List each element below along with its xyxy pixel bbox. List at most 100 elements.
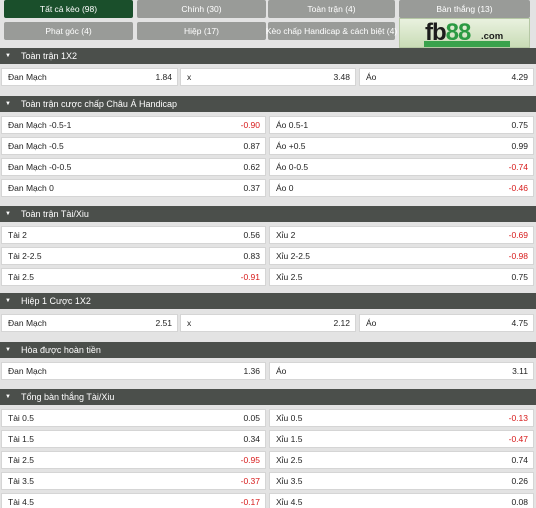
tab-goals[interactable]: Bàn thắng (13) (399, 0, 530, 18)
odds-row: Đan Mạch 1.36 Áo 3.11 (0, 362, 536, 382)
logo-tagline-bar (424, 41, 510, 47)
odds-cell[interactable]: Xỉu 2 -0.69 (269, 226, 534, 244)
odds-cell[interactable]: Áo 0 -0.46 (269, 179, 534, 197)
outcome-label: Áo 0.5-1 (276, 120, 309, 130)
outcome-label: Áo (366, 318, 377, 328)
odds-value: -0.98 (508, 251, 528, 261)
collapse-caret-icon[interactable]: ▼ (5, 394, 11, 400)
odds-value: 1.84 (155, 72, 172, 82)
outcome-label: Xỉu 1.5 (276, 434, 303, 444)
odds-value: 0.75 (511, 272, 528, 282)
outcome-label: Tài 0.5 (8, 413, 34, 423)
section-header[interactable]: ▼ Toàn trận cược chấp Châu Á Handicap (0, 96, 536, 112)
odds-value: 0.37 (243, 183, 260, 193)
market-section: ▼ Hiệp 1 Cược 1X2 (0, 293, 536, 309)
odds-row: Đan Mạch -0-0.5 0.62 Áo 0-0.5 -0.74 (0, 158, 536, 178)
section-header[interactable]: ▼ Tổng bàn thắng Tài/Xiu (0, 389, 536, 405)
odds-cell[interactable]: Tài 4.5 -0.17 (1, 493, 266, 508)
outcome-label: Đan Mạch 0 (8, 183, 54, 193)
tab-handicap[interactable]: Kèo chấp Handicap & cách biệt (4) (266, 22, 397, 40)
odds-value: -0.13 (508, 413, 528, 423)
odds-cell[interactable]: x 2.12 (180, 314, 356, 332)
odds-row: Tài 2-2.5 0.83 Xỉu 2-2.5 -0.98 (0, 247, 536, 267)
odds-cell[interactable]: Tài 2.5 -0.95 (1, 451, 266, 469)
odds-cell[interactable]: x 3.48 (180, 68, 356, 86)
odds-cell[interactable]: Xỉu 0.5 -0.13 (269, 409, 534, 427)
odds-cell[interactable]: Áo 4.75 (359, 314, 534, 332)
collapse-caret-icon[interactable]: ▼ (5, 347, 11, 353)
section-title: Tổng bàn thắng Tài/Xiu (20, 392, 115, 402)
odds-row: Đan Mạch 0 0.37 Áo 0 -0.46 (0, 179, 536, 199)
tab-all[interactable]: Tất cả kèo (98) (4, 0, 133, 18)
odds-cell[interactable]: Đan Mạch 2.51 (1, 314, 178, 332)
tab-corners[interactable]: Phạt góc (4) (4, 22, 133, 40)
odds-value: -0.46 (508, 183, 528, 193)
collapse-caret-icon[interactable]: ▼ (5, 298, 11, 304)
section-header[interactable]: ▼ Hòa được hoàn tiền (0, 342, 536, 358)
odds-value: 0.05 (243, 413, 260, 423)
outcome-label: Tài 1.5 (8, 434, 34, 444)
section-header[interactable]: ▼ Toàn trận Tài/Xiu (0, 206, 536, 222)
collapse-caret-icon[interactable]: ▼ (5, 211, 11, 217)
section-title: Hòa được hoàn tiền (20, 345, 101, 355)
tab-main[interactable]: Chính (30) (137, 0, 266, 18)
outcome-label: Tài 4.5 (8, 497, 34, 507)
odds-cell[interactable]: Áo 0-0.5 -0.74 (269, 158, 534, 176)
odds-cell[interactable]: Xỉu 2-2.5 -0.98 (269, 247, 534, 265)
odds-row: Đan Mạch -0.5-1 -0.90 Áo 0.5-1 0.75 (0, 116, 536, 136)
odds-cell[interactable]: Tài 2.5 -0.91 (1, 268, 266, 286)
section-title: Hiệp 1 Cược 1X2 (20, 296, 91, 306)
outcome-label: x (187, 318, 192, 328)
outcome-label: Xỉu 2.5 (276, 455, 303, 465)
odds-cell[interactable]: Đan Mạch -0-0.5 0.62 (1, 158, 266, 176)
section-header[interactable]: ▼ Hiệp 1 Cược 1X2 (0, 293, 536, 309)
odds-cell[interactable]: Tài 2-2.5 0.83 (1, 247, 266, 265)
section-title: Toàn trận cược chấp Châu Á Handicap (20, 99, 177, 109)
odds-row: Tài 3.5 -0.37 Xỉu 3.5 0.26 (0, 472, 536, 492)
odds-value: -0.17 (240, 497, 260, 507)
odds-cell[interactable]: Tài 0.5 0.05 (1, 409, 266, 427)
fb88-logo[interactable]: fb88 .com (399, 18, 530, 48)
odds-cell[interactable]: Xỉu 3.5 0.26 (269, 472, 534, 490)
odds-cell[interactable]: Đan Mạch -0.5-1 -0.90 (1, 116, 266, 134)
odds-cell[interactable]: Xỉu 2.5 0.75 (269, 268, 534, 286)
odds-cell[interactable]: Đan Mạch 0 0.37 (1, 179, 266, 197)
odds-value: -0.47 (508, 434, 528, 444)
odds-cell[interactable]: Áo 3.11 (269, 362, 534, 380)
odds-value: 4.29 (511, 72, 528, 82)
outcome-label: Xỉu 2-2.5 (276, 251, 311, 261)
odds-value: 0.74 (511, 455, 528, 465)
odds-cell[interactable]: Áo 0.5-1 0.75 (269, 116, 534, 134)
odds-value: -0.69 (508, 230, 528, 240)
odds-row: Tài 1.5 0.34 Xỉu 1.5 -0.47 (0, 430, 536, 450)
odds-value: 3.48 (333, 72, 350, 82)
market-section: ▼ Hòa được hoàn tiền (0, 342, 536, 358)
odds-cell[interactable]: Đan Mạch 1.84 (1, 68, 178, 86)
odds-cell[interactable]: Xỉu 2.5 0.74 (269, 451, 534, 469)
outcome-label: Xỉu 3.5 (276, 476, 303, 486)
odds-row: Đan Mạch -0.5 0.87 Áo +0.5 0.99 (0, 137, 536, 157)
outcome-label: Tài 2-2.5 (8, 251, 42, 261)
odds-cell[interactable]: Xỉu 1.5 -0.47 (269, 430, 534, 448)
collapse-caret-icon[interactable]: ▼ (5, 101, 11, 107)
tab-full-match[interactable]: Toàn trận (4) (268, 0, 395, 18)
odds-cell[interactable]: Tài 1.5 0.34 (1, 430, 266, 448)
tab-half[interactable]: Hiệp (17) (137, 22, 266, 40)
outcome-label: Áo (366, 72, 377, 82)
odds-cell[interactable]: Đan Mạch -0.5 0.87 (1, 137, 266, 155)
market-section: ▼ Toàn trận Tài/Xiu (0, 206, 536, 222)
odds-row: Tài 4.5 -0.17 Xỉu 4.5 0.08 (0, 493, 536, 508)
odds-cell[interactable]: Tài 3.5 -0.37 (1, 472, 266, 490)
outcome-label: Đan Mạch -0.5-1 (8, 120, 72, 130)
collapse-caret-icon[interactable]: ▼ (5, 53, 11, 59)
odds-cell[interactable]: Áo +0.5 0.99 (269, 137, 534, 155)
outcome-label: Đan Mạch -0-0.5 (8, 162, 72, 172)
outcome-label: Đan Mạch (8, 72, 47, 82)
odds-value: -0.37 (240, 476, 260, 486)
odds-cell[interactable]: Áo 4.29 (359, 68, 534, 86)
odds-cell[interactable]: Đan Mạch 1.36 (1, 362, 266, 380)
outcome-label: Tài 2 (8, 230, 27, 240)
odds-cell[interactable]: Tài 2 0.56 (1, 226, 266, 244)
odds-cell[interactable]: Xỉu 4.5 0.08 (269, 493, 534, 508)
section-header[interactable]: ▼ Toàn trận 1X2 (0, 48, 536, 64)
